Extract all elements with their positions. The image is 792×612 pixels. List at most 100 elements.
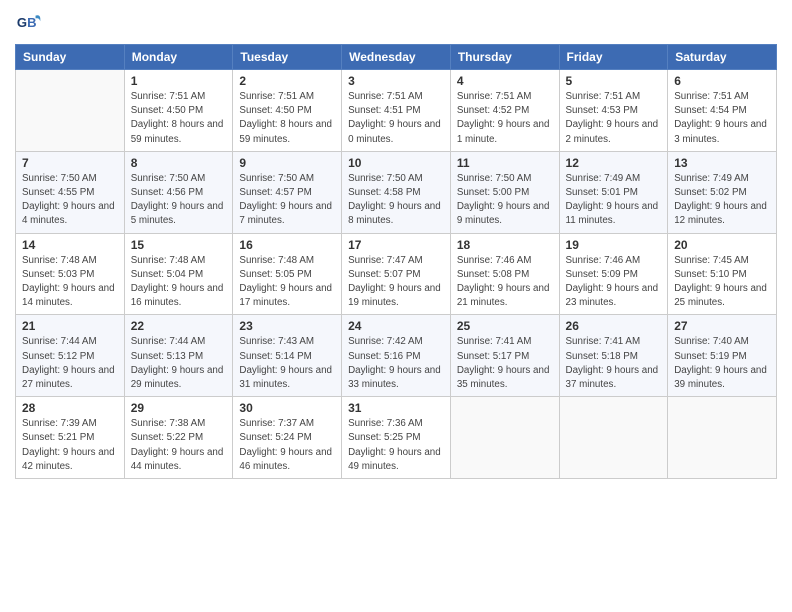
calendar-cell: 8 Sunrise: 7:50 AMSunset: 4:56 PMDaylight…: [124, 151, 233, 233]
day-detail: Sunrise: 7:48 AMSunset: 5:03 PMDaylight:…: [22, 254, 118, 311]
day-number: 17: [348, 238, 444, 252]
day-number: 5: [566, 74, 662, 88]
calendar-cell: 19 Sunrise: 7:46 AMSunset: 5:09 PMDayligh…: [559, 233, 668, 315]
day-detail: Sunrise: 7:48 AMSunset: 5:04 PMDaylight:…: [131, 254, 227, 311]
day-detail: Sunrise: 7:43 AMSunset: 5:14 PMDaylight:…: [239, 335, 335, 392]
calendar-cell: 16 Sunrise: 7:48 AMSunset: 5:05 PMDayligh…: [233, 233, 342, 315]
day-detail: Sunrise: 7:41 AMSunset: 5:17 PMDaylight:…: [457, 335, 553, 392]
day-number: 27: [674, 319, 770, 333]
day-detail: Sunrise: 7:50 AMSunset: 4:55 PMDaylight:…: [22, 172, 118, 229]
day-number: 9: [239, 156, 335, 170]
day-number: 7: [22, 156, 118, 170]
day-number: 25: [457, 319, 553, 333]
calendar-week-row: 28Sunrise: 7:39 AMSunset: 5:21 PMDayligh…: [16, 397, 777, 479]
weekday-header: Friday: [559, 45, 668, 70]
calendar-cell: [559, 397, 668, 479]
day-number: 1: [131, 74, 227, 88]
day-detail: Sunrise: 7:46 AMSunset: 5:09 PMDaylight:…: [566, 254, 662, 311]
day-detail: Sunrise: 7:50 AMSunset: 4:56 PMDaylight:…: [131, 172, 227, 229]
day-number: 21: [22, 319, 118, 333]
calendar-cell: 26 Sunrise: 7:41 AMSunset: 5:18 PMDayligh…: [559, 315, 668, 397]
day-detail: Sunrise: 7:38 AMSunset: 5:22 PMDaylight:…: [131, 417, 227, 474]
calendar-header-row: SundayMondayTuesdayWednesdayThursdayFrid…: [16, 45, 777, 70]
day-detail: Sunrise: 7:51 AMSunset: 4:51 PMDaylight:…: [348, 90, 444, 147]
day-detail: Sunrise: 7:47 AMSunset: 5:07 PMDaylight:…: [348, 254, 444, 311]
calendar-table: SundayMondayTuesdayWednesdayThursdayFrid…: [15, 44, 777, 479]
day-number: 20: [674, 238, 770, 252]
svg-text:G: G: [17, 15, 27, 30]
day-detail: Sunrise: 7:50 AMSunset: 4:57 PMDaylight:…: [239, 172, 335, 229]
calendar-cell: 23Sunrise: 7:43 AMSunset: 5:14 PMDayligh…: [233, 315, 342, 397]
calendar-cell: 27 Sunrise: 7:40 AMSunset: 5:19 PMDayligh…: [668, 315, 777, 397]
day-detail: Sunrise: 7:37 AMSunset: 5:24 PMDaylight:…: [239, 417, 335, 474]
day-detail: Sunrise: 7:41 AMSunset: 5:18 PMDaylight:…: [566, 335, 662, 392]
day-detail: Sunrise: 7:51 AMSunset: 4:54 PMDaylight:…: [674, 90, 770, 147]
day-number: 26: [566, 319, 662, 333]
day-detail: Sunrise: 7:49 AMSunset: 5:01 PMDaylight:…: [566, 172, 662, 229]
day-number: 8: [131, 156, 227, 170]
calendar-cell: 12Sunrise: 7:49 AMSunset: 5:01 PMDayligh…: [559, 151, 668, 233]
day-number: 2: [239, 74, 335, 88]
day-detail: Sunrise: 7:44 AMSunset: 5:12 PMDaylight:…: [22, 335, 118, 392]
logo: G B: [15, 10, 47, 38]
day-detail: Sunrise: 7:42 AMSunset: 5:16 PMDaylight:…: [348, 335, 444, 392]
day-detail: Sunrise: 7:40 AMSunset: 5:19 PMDaylight:…: [674, 335, 770, 392]
day-number: 29: [131, 401, 227, 415]
day-detail: Sunrise: 7:51 AMSunset: 4:50 PMDaylight:…: [131, 90, 227, 147]
calendar-week-row: 21 Sunrise: 7:44 AMSunset: 5:12 PMDayligh…: [16, 315, 777, 397]
weekday-header: Thursday: [450, 45, 559, 70]
day-number: 3: [348, 74, 444, 88]
calendar-cell: 20Sunrise: 7:45 AMSunset: 5:10 PMDayligh…: [668, 233, 777, 315]
calendar-cell: 22 Sunrise: 7:44 AMSunset: 5:13 PMDayligh…: [124, 315, 233, 397]
day-number: 4: [457, 74, 553, 88]
weekday-header: Saturday: [668, 45, 777, 70]
calendar-cell: 3 Sunrise: 7:51 AMSunset: 4:51 PMDaylight…: [342, 70, 451, 152]
calendar-cell: 31 Sunrise: 7:36 AMSunset: 5:25 PMDayligh…: [342, 397, 451, 479]
calendar-cell: 4 Sunrise: 7:51 AMSunset: 4:52 PMDaylight…: [450, 70, 559, 152]
calendar-cell: 11Sunrise: 7:50 AMSunset: 5:00 PMDayligh…: [450, 151, 559, 233]
calendar-cell: 25 Sunrise: 7:41 AMSunset: 5:17 PMDayligh…: [450, 315, 559, 397]
day-number: 14: [22, 238, 118, 252]
weekday-header: Monday: [124, 45, 233, 70]
calendar-cell: 1 Sunrise: 7:51 AMSunset: 4:50 PMDaylight…: [124, 70, 233, 152]
day-number: 11: [457, 156, 553, 170]
calendar-week-row: 14 Sunrise: 7:48 AMSunset: 5:03 PMDayligh…: [16, 233, 777, 315]
calendar-cell: 9 Sunrise: 7:50 AMSunset: 4:57 PMDaylight…: [233, 151, 342, 233]
day-detail: Sunrise: 7:44 AMSunset: 5:13 PMDaylight:…: [131, 335, 227, 392]
day-number: 15: [131, 238, 227, 252]
day-detail: Sunrise: 7:51 AMSunset: 4:50 PMDaylight:…: [239, 90, 335, 147]
weekday-header: Sunday: [16, 45, 125, 70]
day-number: 22: [131, 319, 227, 333]
day-detail: Sunrise: 7:36 AMSunset: 5:25 PMDaylight:…: [348, 417, 444, 474]
day-detail: Sunrise: 7:49 AMSunset: 5:02 PMDaylight:…: [674, 172, 770, 229]
day-number: 18: [457, 238, 553, 252]
calendar-cell: 24 Sunrise: 7:42 AMSunset: 5:16 PMDayligh…: [342, 315, 451, 397]
calendar-cell: 17 Sunrise: 7:47 AMSunset: 5:07 PMDayligh…: [342, 233, 451, 315]
calendar-cell: [16, 70, 125, 152]
calendar-cell: [668, 397, 777, 479]
calendar-cell: 10 Sunrise: 7:50 AMSunset: 4:58 PMDayligh…: [342, 151, 451, 233]
day-detail: Sunrise: 7:46 AMSunset: 5:08 PMDaylight:…: [457, 254, 553, 311]
day-detail: Sunrise: 7:50 AMSunset: 4:58 PMDaylight:…: [348, 172, 444, 229]
calendar-week-row: 7 Sunrise: 7:50 AMSunset: 4:55 PMDaylight…: [16, 151, 777, 233]
day-number: 6: [674, 74, 770, 88]
logo-icon: G B: [15, 10, 43, 38]
svg-text:B: B: [27, 15, 36, 30]
calendar-cell: 6 Sunrise: 7:51 AMSunset: 4:54 PMDaylight…: [668, 70, 777, 152]
calendar-cell: 18 Sunrise: 7:46 AMSunset: 5:08 PMDayligh…: [450, 233, 559, 315]
calendar-cell: 30Sunrise: 7:37 AMSunset: 5:24 PMDayligh…: [233, 397, 342, 479]
day-number: 24: [348, 319, 444, 333]
day-detail: Sunrise: 7:51 AMSunset: 4:52 PMDaylight:…: [457, 90, 553, 147]
day-number: 10: [348, 156, 444, 170]
day-number: 31: [348, 401, 444, 415]
weekday-header: Wednesday: [342, 45, 451, 70]
day-number: 16: [239, 238, 335, 252]
day-number: 19: [566, 238, 662, 252]
calendar-cell: 14 Sunrise: 7:48 AMSunset: 5:03 PMDayligh…: [16, 233, 125, 315]
calendar-cell: [450, 397, 559, 479]
day-number: 13: [674, 156, 770, 170]
day-detail: Sunrise: 7:48 AMSunset: 5:05 PMDaylight:…: [239, 254, 335, 311]
calendar-cell: 15 Sunrise: 7:48 AMSunset: 5:04 PMDayligh…: [124, 233, 233, 315]
day-detail: Sunrise: 7:39 AMSunset: 5:21 PMDaylight:…: [22, 417, 118, 474]
weekday-header: Tuesday: [233, 45, 342, 70]
